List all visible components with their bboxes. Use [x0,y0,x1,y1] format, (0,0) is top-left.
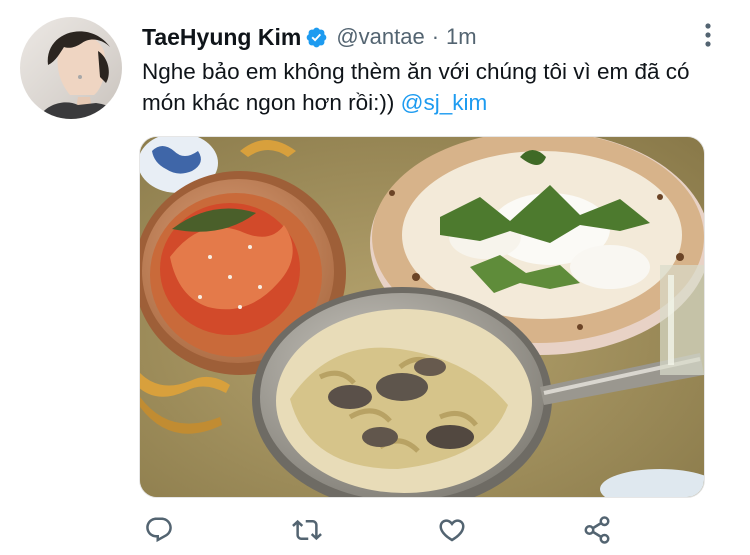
more-options-icon[interactable] [700,22,716,48]
avatar-portrait [38,31,122,119]
mention-link[interactable]: @sj_kim [401,90,488,115]
food-photo [140,137,704,497]
avatar[interactable] [20,17,122,119]
like-icon[interactable] [434,512,470,548]
tweet-text: Nghe bảo em không thèm ăn với chúng tôi … [142,56,722,118]
tweet-actions [0,512,750,548]
tweet-photo[interactable] [139,136,705,498]
timestamp[interactable]: 1m [446,24,477,50]
author-name[interactable]: TaeHyung Kim [142,24,301,51]
separator-dot: · [431,24,440,49]
author-handle[interactable]: @vantae [336,24,424,50]
verified-badge-icon [307,27,327,47]
retweet-icon[interactable] [289,512,325,548]
share-icon[interactable] [579,512,615,548]
tweet-header: TaeHyung Kim @vantae · 1m [142,22,477,52]
reply-icon[interactable] [141,512,177,548]
